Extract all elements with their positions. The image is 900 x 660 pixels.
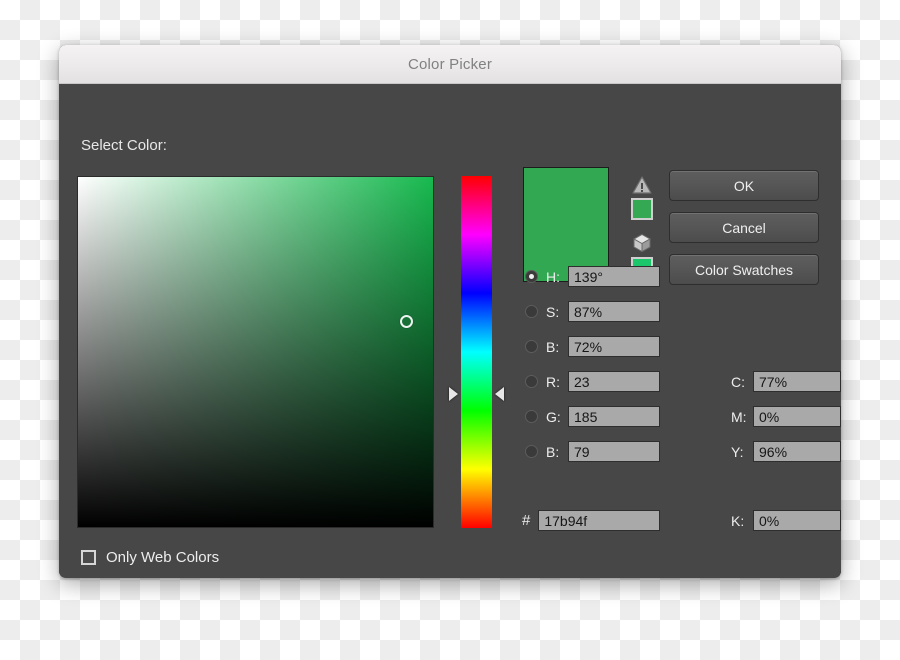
websafe-cube-icon[interactable] [632,233,652,253]
label-magenta: M: [731,408,747,425]
radio-saturation[interactable] [525,305,538,318]
input-hue[interactable] [568,266,660,287]
input-red[interactable] [568,371,660,392]
saturation-brightness-field[interactable] [77,176,434,528]
input-magenta[interactable] [753,406,841,427]
hex-field-row: # [522,509,661,532]
radio-hue[interactable] [525,270,538,283]
radio-green[interactable] [525,410,538,423]
gamut-alert-column [629,176,657,279]
sb-black-overlay [78,177,433,527]
label-red: R: [546,373,560,390]
input-saturation[interactable] [568,301,660,322]
cmyk-row-cyan: C: [731,370,841,393]
label-green: G: [546,408,561,425]
cmyk-row-key: K: [731,509,841,532]
radio-brightness[interactable] [525,340,538,353]
input-key[interactable] [753,510,841,531]
input-green[interactable] [568,406,660,427]
hue-slider-marker-left[interactable] [449,387,458,401]
label-yellow: Y: [731,443,744,460]
only-web-colors-label: Only Web Colors [106,549,220,566]
only-web-colors-row[interactable]: Only Web Colors [81,549,219,566]
input-blue[interactable] [568,441,660,462]
cmyk-row-yellow: Y: [731,440,841,463]
field-row-green: G: [525,405,660,428]
hex-sign-label: # [522,512,531,529]
label-blue: B: [546,443,560,460]
dialog-body: Select Color: OK Cancel Color Swatches H… [59,84,841,577]
label-cyan: C: [731,373,745,390]
hue-slider[interactable] [461,176,492,528]
hue-slider-marker-right[interactable] [495,387,504,401]
only-web-colors-checkbox[interactable] [81,550,96,565]
field-row-red: R: [525,370,660,393]
field-row-saturation: S: [525,300,660,323]
color-picker-dialog: Color Picker Select Color: OK Cancel Col… [59,45,841,578]
titlebar: Color Picker [59,45,841,84]
radio-red[interactable] [525,375,538,388]
window-title: Color Picker [407,55,493,73]
label-key: K: [731,512,745,529]
label-saturation: S: [546,303,560,320]
input-cyan[interactable] [753,371,841,392]
field-row-blue: B: [525,440,660,463]
gamut-warning-icon[interactable] [632,176,652,194]
ok-button[interactable]: OK [669,170,819,201]
in-gamut-color-swatch[interactable] [631,198,653,220]
radio-blue[interactable] [525,445,538,458]
select-color-label: Select Color: [81,137,167,154]
label-hue: H: [546,268,560,285]
color-swatches-button[interactable]: Color Swatches [669,254,819,285]
cancel-button[interactable]: Cancel [669,212,819,243]
hex-input[interactable] [538,510,661,531]
input-yellow[interactable] [753,441,841,462]
sb-cursor-handle[interactable] [400,315,413,328]
label-brightness: B: [546,338,560,355]
field-row-brightness: B: [525,335,660,358]
cmyk-row-magenta: M: [731,405,841,428]
input-brightness[interactable] [568,336,660,357]
field-row-hue: H: [525,265,660,288]
